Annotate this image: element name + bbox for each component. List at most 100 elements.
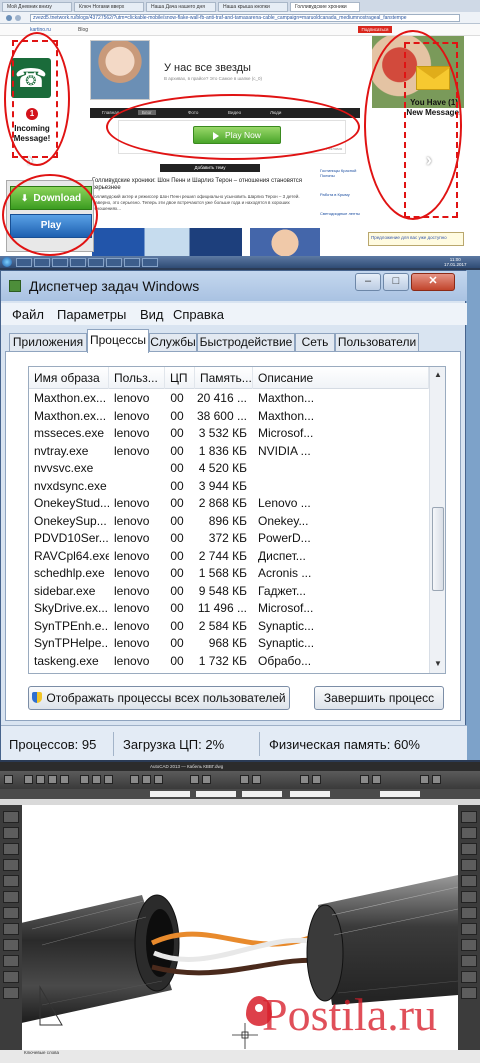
menu-view[interactable]: Вид [140, 307, 164, 322]
modify-tool-icon[interactable] [461, 939, 477, 951]
table-row[interactable]: RAVCpl64.exe lenovo 00 2 744 КБ Диспет... [29, 548, 429, 566]
column-header-user[interactable]: Польз... [109, 367, 165, 389]
scroll-thumb[interactable] [432, 507, 444, 591]
tab-services[interactable]: Службы [149, 333, 197, 352]
maximize-button[interactable]: □ [383, 273, 409, 291]
browser-tab-active[interactable]: Голливудские хроники [290, 2, 360, 12]
menu-options[interactable]: Параметры [57, 307, 126, 322]
right-ad-link[interactable]: Светодиодные ленты [320, 211, 360, 216]
ribbon-tool-icon[interactable] [372, 775, 381, 784]
forward-icon[interactable] [15, 15, 21, 21]
menu-help[interactable]: Справка [173, 307, 224, 322]
taskbar-app-button[interactable] [16, 258, 32, 267]
scroll-up-icon[interactable]: ▲ [430, 367, 445, 383]
linetype-dropdown[interactable] [242, 791, 282, 797]
table-row[interactable]: taskhost.exelenovo003 736 КБХост-пр... [29, 670, 429, 673]
article-header[interactable]: Добавить тему [160, 164, 260, 172]
draw-tool-icon[interactable] [3, 987, 19, 999]
start-button[interactable] [2, 257, 12, 267]
table-row[interactable]: PDVD10Ser... lenovo 00 372 КБ PowerD... [29, 530, 429, 548]
modify-tool-icon[interactable] [461, 971, 477, 983]
table-row[interactable]: schedhlp.exe lenovo 00 1 568 КБ Acronis ... [29, 565, 429, 583]
close-button[interactable]: ✕ [411, 273, 455, 291]
taskbar-app-button[interactable] [142, 258, 158, 267]
layer-dropdown[interactable] [150, 791, 190, 797]
table-row[interactable]: sidebar.exe lenovo 00 9 548 КБ Гаджет... [29, 583, 429, 601]
tab-users[interactable]: Пользователи [335, 333, 419, 352]
ribbon-tool-icon[interactable] [360, 775, 369, 784]
style-dropdown[interactable] [380, 791, 420, 797]
taskbar-clock[interactable]: 11:00 17.01.2017 [444, 257, 467, 267]
taskbar-app-button[interactable] [34, 258, 50, 267]
article-image-2[interactable] [250, 228, 320, 258]
cad-app-icon[interactable] [4, 775, 13, 784]
draw-tool-icon[interactable] [3, 859, 19, 871]
ribbon-tool-icon[interactable] [190, 775, 199, 784]
ribbon-tool-icon[interactable] [154, 775, 163, 784]
modify-tool-icon[interactable] [461, 811, 477, 823]
draw-tool-icon[interactable] [3, 811, 19, 823]
minimize-button[interactable]: – [355, 273, 381, 291]
modify-tool-icon[interactable] [461, 891, 477, 903]
modify-tool-icon[interactable] [461, 987, 477, 999]
ribbon-tool-icon[interactable] [312, 775, 321, 784]
ribbon-tool-icon[interactable] [36, 775, 45, 784]
end-process-button[interactable]: Завершить процесс [314, 686, 444, 710]
ribbon-tool-icon[interactable] [48, 775, 57, 784]
modify-tool-icon[interactable] [461, 875, 477, 887]
ribbon-tool-icon[interactable] [92, 775, 101, 784]
taskbar-app-button[interactable] [52, 258, 68, 267]
draw-tool-icon[interactable] [3, 875, 19, 887]
taskbar-app-button[interactable] [124, 258, 140, 267]
back-icon[interactable] [6, 15, 12, 21]
draw-tool-icon[interactable] [3, 923, 19, 935]
table-row[interactable]: nvtray.exe lenovo 00 1 836 КБ NVIDIA ... [29, 443, 429, 461]
vertical-scrollbar[interactable]: ▲ ▼ [429, 367, 445, 673]
column-header-image-name[interactable]: Имя образа [29, 367, 109, 389]
cad-command-line[interactable]: Ключевые слова [0, 1050, 480, 1063]
table-row[interactable]: OnekeySup... lenovo 00 896 КБ Onekey... [29, 513, 429, 531]
tab-processes[interactable]: Процессы [87, 329, 149, 353]
color-dropdown[interactable] [196, 791, 236, 797]
browser-tab[interactable]: Ключ Ногами вверх [74, 2, 144, 12]
column-header-cpu[interactable]: ЦП [165, 367, 195, 389]
modify-tool-icon[interactable] [461, 859, 477, 871]
right-ad-link[interactable]: Работа в Крыму [320, 192, 360, 197]
ribbon-tool-icon[interactable] [432, 775, 441, 784]
table-row[interactable]: SynTPHelpe... lenovo 00 968 КБ Synaptic... [29, 635, 429, 653]
ribbon-tool-icon[interactable] [80, 775, 89, 784]
browser-tab[interactable]: Мой Дневник внизу [2, 2, 72, 12]
menu-file[interactable]: Файл [12, 307, 44, 322]
tab-performance[interactable]: Быстродействие [197, 333, 295, 352]
ribbon-tool-icon[interactable] [104, 775, 113, 784]
draw-tool-icon[interactable] [3, 891, 19, 903]
modify-tool-icon[interactable] [461, 923, 477, 935]
draw-tool-icon[interactable] [3, 939, 19, 951]
draw-tool-icon[interactable] [3, 971, 19, 983]
table-row[interactable]: nvxdsync.exe 00 3 944 КБ [29, 478, 429, 496]
column-header-memory[interactable]: Память... [195, 367, 253, 389]
title-bar[interactable]: Диспетчер задач Windows – □ ✕ [1, 271, 467, 301]
lineweight-dropdown[interactable] [290, 791, 330, 797]
subscribe-button[interactable]: Подписаться [358, 26, 392, 33]
ribbon-tool-icon[interactable] [130, 775, 139, 784]
table-row[interactable]: nvvsvc.exe 00 4 520 КБ [29, 460, 429, 478]
ribbon-tool-icon[interactable] [202, 775, 211, 784]
browser-tab[interactable]: Наша Дача нашего дня [146, 2, 216, 12]
user-label[interactable]: Blog [78, 27, 88, 33]
ribbon-tool-icon[interactable] [240, 775, 249, 784]
ribbon-tool-icon[interactable] [252, 775, 261, 784]
table-row[interactable]: msseces.exe lenovo 00 3 532 КБ Microsof... [29, 425, 429, 443]
modify-tool-icon[interactable] [461, 827, 477, 839]
modify-tool-icon[interactable] [461, 843, 477, 855]
ribbon-tool-icon[interactable] [24, 775, 33, 784]
table-row[interactable]: SynTPEnh.e... lenovo 00 2 584 КБ Synaptic... [29, 618, 429, 636]
taskbar-app-button[interactable] [88, 258, 104, 267]
ribbon-tool-icon[interactable] [60, 775, 69, 784]
show-all-processes-button[interactable]: Отображать процессы всех пользователей [28, 686, 290, 710]
ribbon-tool-icon[interactable] [142, 775, 151, 784]
modify-tool-icon[interactable] [461, 907, 477, 919]
article-title[interactable]: Голливудские хроники: Шон Пенн и Шарлиз … [92, 178, 318, 192]
table-row[interactable]: OnekeyStud... lenovo 00 2 868 КБ Lenovo ... [29, 495, 429, 513]
taskbar-app-button[interactable] [106, 258, 122, 267]
